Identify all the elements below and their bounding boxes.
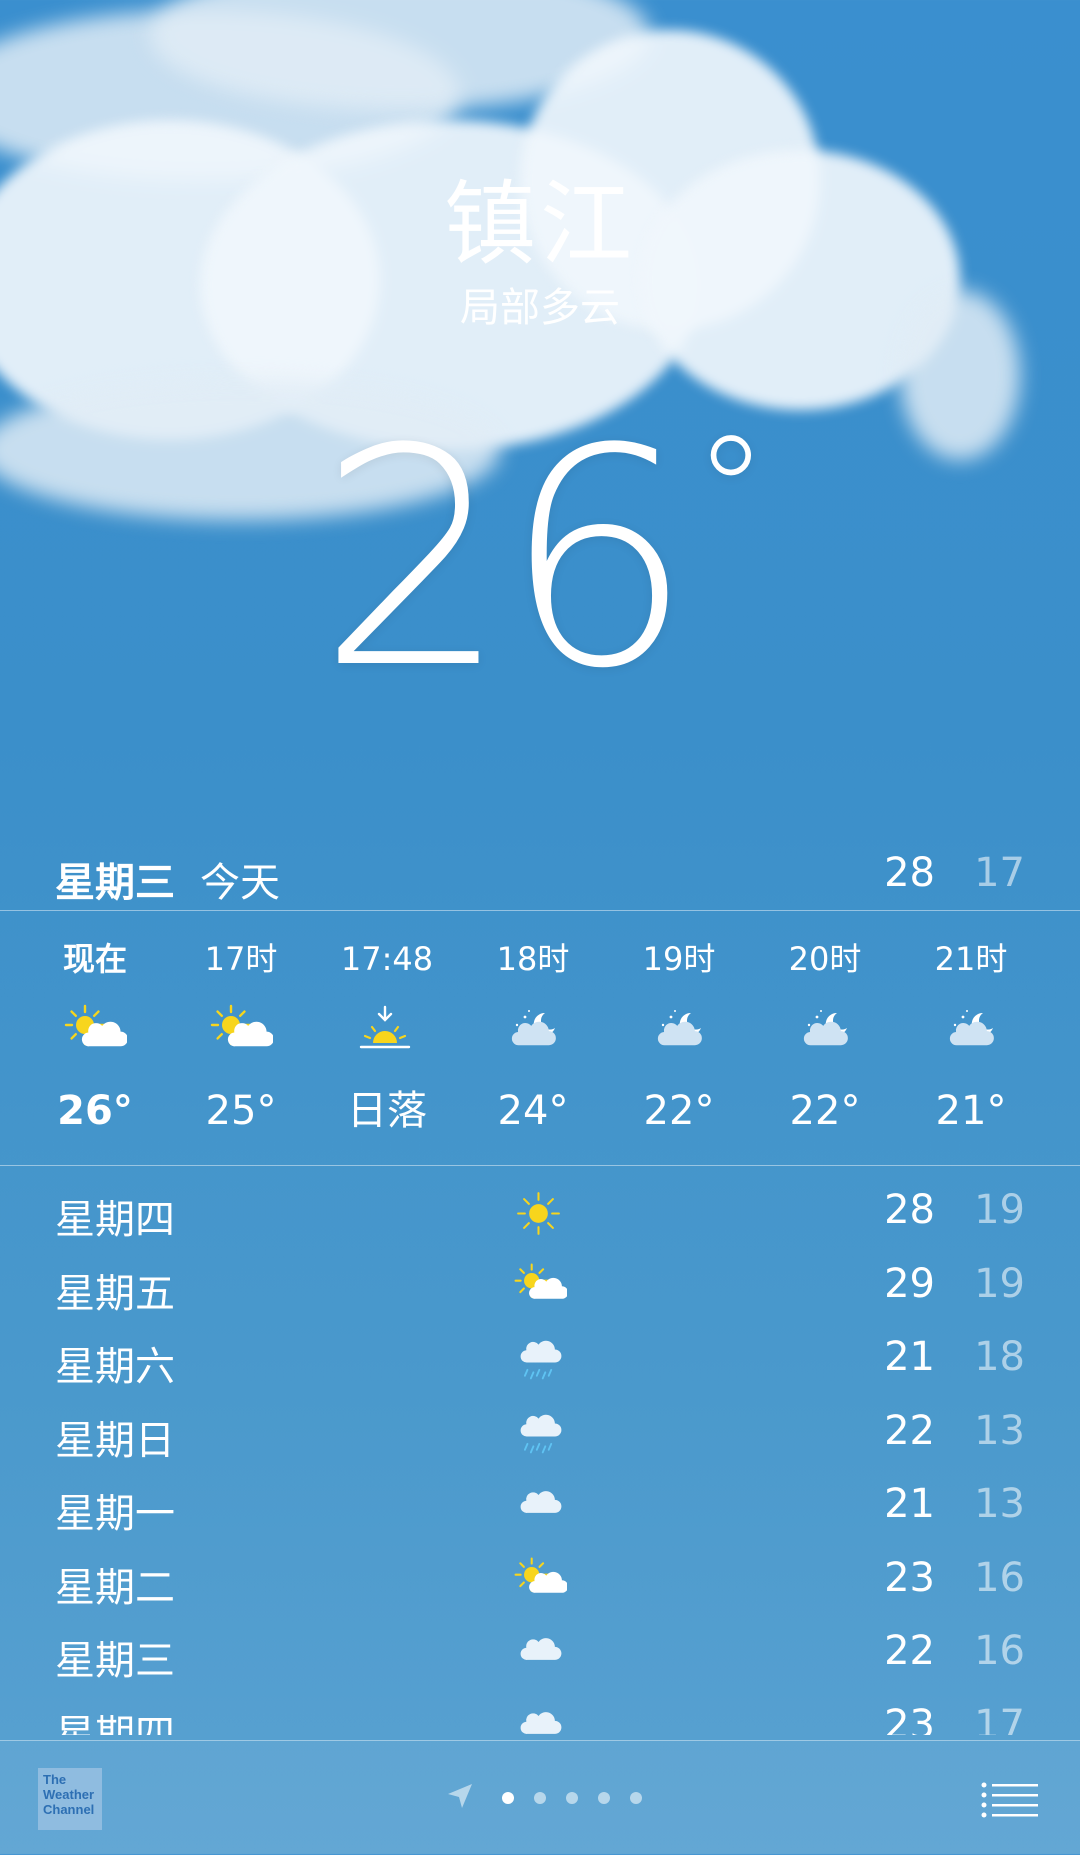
hourly-time: 21时 [934,940,1008,978]
daily-row: 星期一 21 13 [0,1469,1080,1543]
weather-channel-logo[interactable]: The Weather Channel [38,1768,102,1830]
daily-low: 19 [974,1260,1025,1307]
daily-low: 19 [974,1187,1025,1233]
cloud-icon [505,1618,575,1688]
sun-cloud-icon [168,981,314,1081]
weather-condition: 局部多云 [460,285,620,331]
daily-row: 星期六 21 18 [0,1322,1080,1396]
hourly-item: 19时 22° [606,915,752,1141]
bottom-toolbar: The Weather Channel [0,1740,1080,1855]
daily-day: 星期六 [55,1344,175,1390]
sunset-icon [314,981,460,1081]
hourly-temperature: 22° [643,1088,715,1134]
daily-row: 星期日 22 13 [0,1396,1080,1470]
page-dot[interactable] [630,1792,642,1804]
hourly-item: 20时 22° [752,915,898,1141]
daily-low: 13 [974,1481,1025,1527]
rain-cloud-icon [505,1398,575,1468]
daily-high: 29 [884,1260,935,1307]
daily-high: 23 [884,1701,935,1736]
daily-high: 21 [884,1334,935,1380]
list-icon [981,1782,1038,1818]
daily-low: 18 [974,1334,1025,1380]
daily-day: 星期日 [55,1417,175,1464]
daily-low: 13 [974,1407,1025,1454]
daily-row: 星期五 29 19 [0,1249,1080,1323]
daily-low: 16 [974,1554,1025,1601]
daily-day: 星期二 [55,1564,175,1611]
daily-forecast[interactable]: 星期四 28 19 星期五 29 19 星期六 21 18 星期日 22 13 … [0,1175,1080,1735]
hourly-time: 18时 [496,940,570,978]
sun-icon [505,1177,575,1247]
hourly-temperature: 26° [57,1088,133,1134]
hourly-forecast[interactable]: 现在 26° 17时 25° 17:48 日落 18时 24° 19时 22° … [0,915,1080,1166]
hourly-temperature: 25° [205,1088,277,1134]
hourly-time: 20时 [788,940,862,978]
daily-row: 星期二 23 16 [0,1543,1080,1617]
page-dot[interactable] [598,1792,610,1804]
moon-cloud-icon [460,981,606,1081]
hourly-item: 21时 21° [898,915,1044,1141]
daily-row: 星期四 28 19 [0,1175,1080,1249]
page-indicator[interactable] [446,1783,652,1813]
daily-high: 22 [884,1407,935,1454]
daily-low: 17 [974,1701,1025,1736]
list-button[interactable] [980,1779,1040,1819]
today-label: 今天 [200,860,280,906]
hourly-temperature: 24° [497,1088,569,1134]
hourly-time: 现在 [62,940,127,978]
daily-row: 星期三 22 16 [0,1616,1080,1690]
hourly-temperature: 22° [789,1088,861,1134]
daily-high: 28 [884,1187,935,1233]
hourly-time: 17:48 [340,940,434,978]
today-high: 28 [884,850,935,896]
today-summary: 星期三 今天 28 17 [0,850,1080,911]
location-arrow-icon [446,1782,474,1814]
sun-cloud-icon [505,1251,575,1321]
page-dot[interactable] [502,1792,514,1804]
hourly-item: 17时 25° [168,915,314,1141]
hourly-item: 现在 26° [22,915,168,1141]
daily-high: 22 [884,1628,935,1674]
daily-high: 21 [884,1481,935,1527]
hourly-temperature: 21° [935,1088,1007,1134]
page-dot[interactable] [534,1792,546,1804]
daily-day: 星期三 [55,1638,175,1684]
location-header: 镇江 局部多云 [0,170,1080,336]
hourly-time: 17时 [204,940,278,978]
daily-day: 星期五 [55,1270,175,1317]
daily-day: 星期一 [55,1491,175,1537]
daily-day: 星期四 [55,1197,175,1243]
hourly-time: 19时 [642,940,716,978]
current-temperature-value: 26 [317,385,694,734]
daily-low: 16 [974,1628,1025,1674]
page-dot[interactable] [566,1792,578,1804]
moon-cloud-icon [752,981,898,1081]
daily-row: 星期四 23 17 [0,1690,1080,1736]
sun-cloud-icon [505,1545,575,1615]
city-name: 镇江 [443,171,636,278]
hourly-temperature: 日落 [347,1088,427,1134]
current-temperature: 26° [0,405,1080,762]
degree-symbol: ° [693,405,768,579]
hourly-item: 17:48 日落 [314,915,460,1141]
today-day: 星期三 [55,860,175,906]
rain-cloud-icon [505,1324,575,1394]
moon-cloud-icon [606,981,752,1081]
cloud-icon [505,1471,575,1541]
sun-cloud-icon [22,981,168,1081]
daily-day: 星期四 [55,1711,175,1736]
daily-high: 23 [884,1554,935,1601]
moon-cloud-icon [898,981,1044,1081]
today-low: 17 [974,850,1025,896]
hourly-item: 18时 24° [460,915,606,1141]
cloud-icon [505,1692,575,1736]
